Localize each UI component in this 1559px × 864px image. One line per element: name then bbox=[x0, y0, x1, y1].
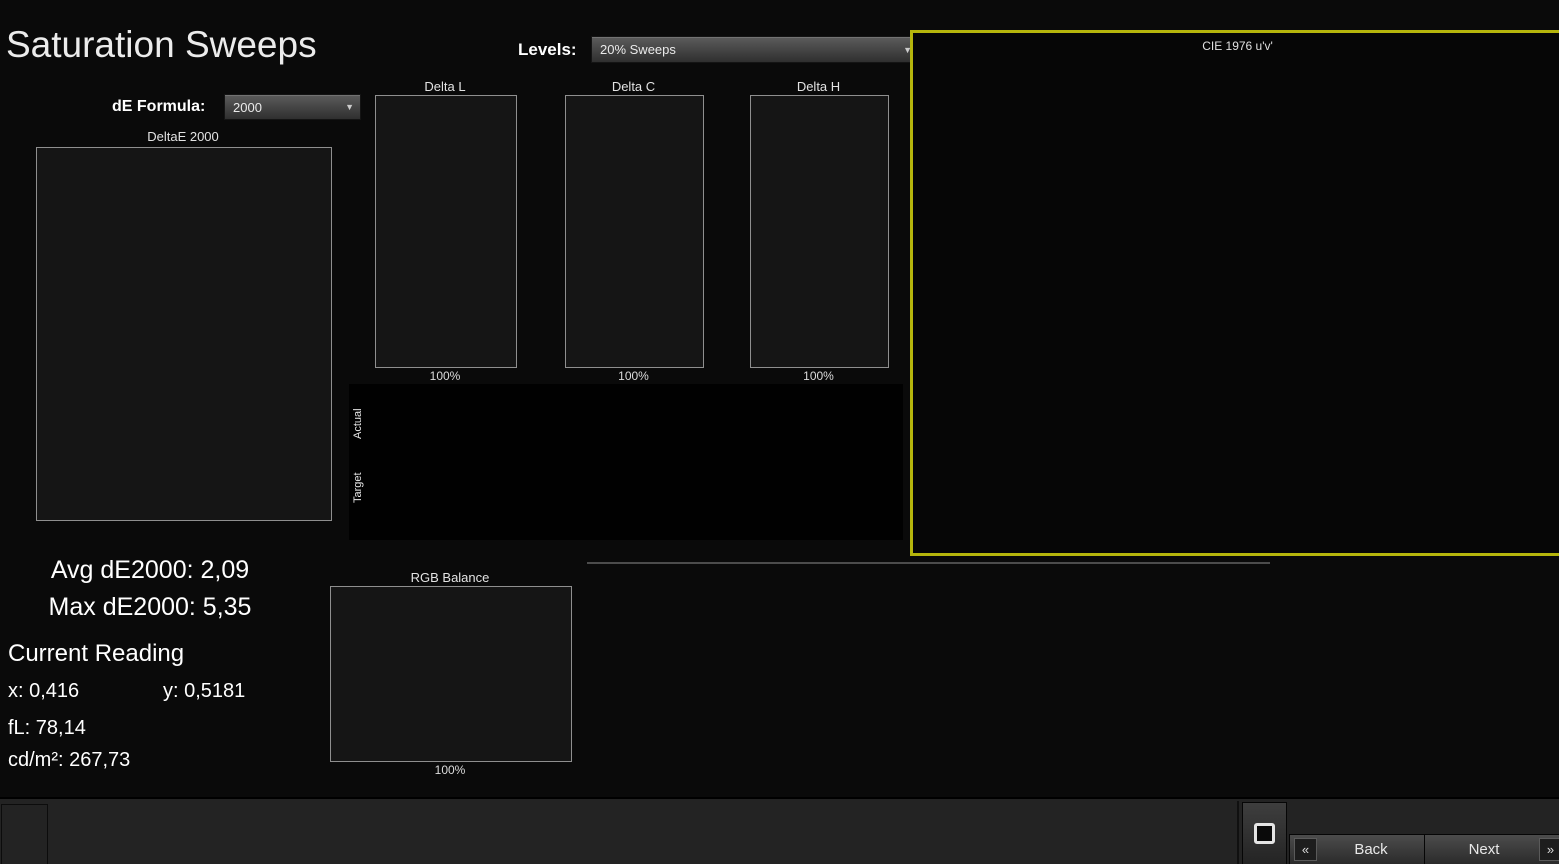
app-root: Saturation Sweeps Levels: 20% Sweeps ▼ d… bbox=[0, 0, 1559, 864]
back-button-label: Back bbox=[1354, 841, 1388, 858]
levels-dropdown-value: 20% Sweeps bbox=[600, 42, 676, 57]
avg-de2000-stat: Avg dE2000: 2,09 bbox=[50, 556, 250, 584]
deltae-chart bbox=[36, 147, 332, 521]
chevrons-right-icon: » bbox=[1539, 838, 1559, 861]
rgb-balance-y-axis bbox=[294, 586, 327, 760]
de-formula-label: dE Formula: bbox=[112, 98, 206, 115]
delta-c-chart bbox=[565, 95, 704, 368]
delta-h-y-axis bbox=[714, 95, 747, 366]
measurement-table bbox=[587, 562, 1270, 564]
cie-diagram-title: CIE 1976 u'v' bbox=[1202, 39, 1273, 53]
delta-h-chart bbox=[750, 95, 889, 368]
cie-plot bbox=[913, 33, 1559, 553]
delta-c-x-label: 100% bbox=[618, 369, 649, 383]
delta-h-x-label: 100% bbox=[803, 369, 834, 383]
delta-l-chart-title: Delta L bbox=[424, 79, 466, 94]
levels-label: Levels: bbox=[518, 40, 577, 59]
bottom-toolbar: « Back Next » bbox=[0, 797, 1559, 864]
current-reading-y: y: 0,5181 bbox=[163, 680, 246, 702]
stop-measuring-button[interactable] bbox=[1242, 802, 1287, 864]
deltae-y-axis bbox=[0, 147, 33, 519]
stop-square-icon bbox=[1254, 823, 1275, 844]
de-formula-dropdown-value: 2000 bbox=[233, 99, 262, 115]
current-reading-x: x: 0,416 bbox=[8, 680, 80, 702]
delta-l-y-axis bbox=[339, 95, 372, 366]
current-reading-fl: fL: 78,14 bbox=[8, 717, 86, 739]
back-button[interactable]: « Back bbox=[1289, 834, 1430, 864]
delta-c-y-axis bbox=[529, 95, 562, 366]
deltae-chart-title: DeltaE 2000 bbox=[147, 129, 219, 144]
current-reading-title: Current Reading bbox=[8, 640, 185, 667]
rgb-balance-x-label: 100% bbox=[434, 763, 466, 777]
page-title: Saturation Sweeps bbox=[6, 24, 317, 65]
deltae-x-axis bbox=[0, 522, 370, 536]
cie-diagram-panel: CIE 1976 u'v' bbox=[910, 30, 1559, 556]
levels-dropdown[interactable]: 20% Sweeps ▼ bbox=[591, 36, 919, 63]
actual-row-label: Actual bbox=[352, 408, 364, 440]
delta-l-x-label: 100% bbox=[429, 369, 461, 383]
rgb-balance-chart bbox=[330, 586, 572, 762]
delta-l-chart bbox=[375, 95, 517, 368]
next-button[interactable]: Next » bbox=[1424, 834, 1559, 864]
chevrons-left-icon: « bbox=[1294, 838, 1317, 861]
delta-c-chart-title: Delta C bbox=[611, 79, 656, 94]
delta-h-chart-title: Delta H bbox=[796, 79, 841, 94]
max-de2000-stat: Max dE2000: 5,35 bbox=[48, 593, 252, 621]
target-row-label: Target bbox=[352, 472, 364, 504]
toolbar-divider bbox=[1237, 801, 1239, 864]
current-reading-cdm2: cd/m²: 267,73 bbox=[8, 749, 131, 771]
next-button-label: Next bbox=[1468, 841, 1500, 858]
current-color-patch bbox=[1, 804, 48, 864]
rgb-balance-chart-title: RGB Balance bbox=[410, 570, 490, 585]
actual-target-swatch-strip: Actual Target bbox=[349, 384, 903, 540]
